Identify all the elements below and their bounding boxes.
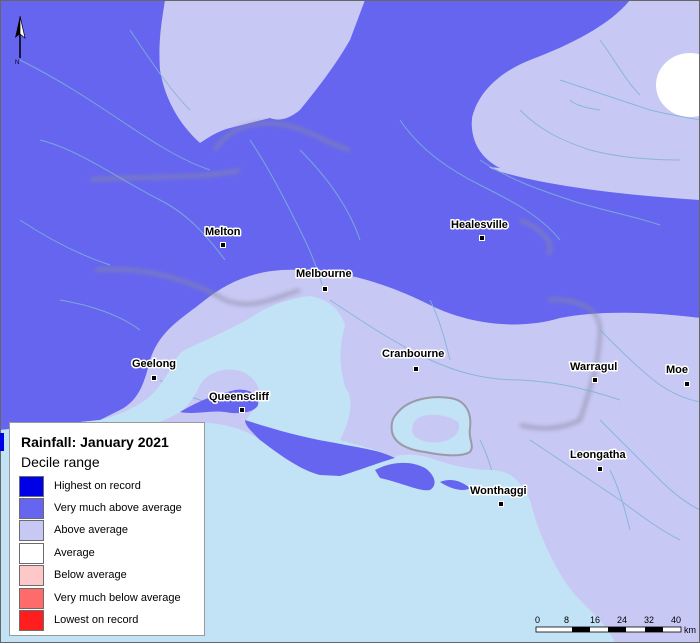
svg-text:Warragul: Warragul — [570, 361, 617, 373]
north-label: N — [15, 60, 19, 66]
legend-item-above: Above average — [19, 520, 204, 542]
svg-text:Melton: Melton — [205, 226, 241, 238]
legend-swatch — [19, 610, 44, 631]
legend: Rainfall: January 2021 Decile range High… — [9, 422, 205, 636]
legend-item-average: Average — [19, 543, 204, 565]
legend-item-very-much-above: Very much above average — [19, 498, 204, 520]
svg-text:Healesville: Healesville — [451, 219, 508, 231]
scale-tick-24: 24 — [617, 615, 627, 625]
scale-tick-0: 0 — [535, 615, 540, 625]
scale-tick-40: 40 — [671, 615, 681, 625]
legend-item-below: Below average — [19, 565, 204, 587]
scale-tick-16: 16 — [590, 615, 600, 625]
legend-title: Rainfall: January 2021 — [21, 434, 169, 450]
legend-item-lowest: Lowest on record — [19, 610, 204, 632]
legend-swatch — [19, 476, 44, 497]
legend-item-very-much-below: Very much below average — [19, 588, 204, 610]
legend-swatch — [19, 543, 44, 564]
legend-item-highest: Highest on record — [19, 476, 204, 498]
svg-text:Wonthaggi: Wonthaggi — [470, 485, 527, 497]
scale-tick-8: 8 — [564, 615, 569, 625]
left-edge-marker — [0, 433, 4, 451]
svg-text:Queenscliff: Queenscliff — [209, 391, 269, 403]
svg-text:Geelong: Geelong — [132, 358, 176, 370]
legend-swatch — [19, 498, 44, 519]
legend-swatch — [19, 520, 44, 541]
legend-swatch — [19, 588, 44, 609]
svg-text:Cranbourne: Cranbourne — [382, 348, 444, 360]
legend-subtitle: Decile range — [21, 454, 100, 470]
svg-text:Melbourne: Melbourne — [296, 268, 352, 280]
legend-swatch — [19, 565, 44, 586]
svg-text:Moe: Moe — [666, 364, 688, 376]
svg-text:Leongatha: Leongatha — [570, 449, 626, 461]
scale-unit: km — [684, 625, 696, 635]
scale-tick-32: 32 — [644, 615, 654, 625]
rainfall-map-view: N Melton Healesville Melbourne Geelong C… — [0, 0, 700, 643]
